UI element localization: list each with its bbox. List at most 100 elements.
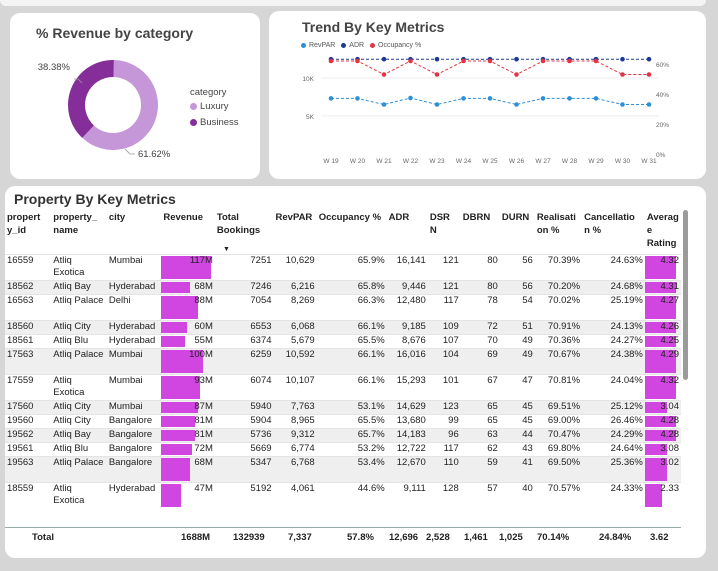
- table-row[interactable]: 17560 Atliq City Mumbai 87M 5940 7,763 53.1% 14…: [5, 400, 681, 414]
- series-2-point[interactable]: [408, 58, 413, 64]
- series-0-point[interactable]: [408, 95, 413, 101]
- col-header-occupancy[interactable]: Occupancy %: [317, 208, 387, 254]
- series-1-point[interactable]: [514, 56, 519, 62]
- table-row[interactable]: 17563 Atliq Palace Mumbai 100M 6259 10,592 66.…: [5, 348, 681, 374]
- table-title: Property By Key Metrics: [14, 191, 176, 207]
- table-row[interactable]: 16563 Atliq Palace Delhi 88M 7054 8,269 66.3% 1…: [5, 294, 681, 320]
- cell-total-bookings: 6074: [250, 374, 272, 386]
- col-header-revpar[interactable]: RevPAR: [274, 208, 317, 254]
- series-1-point[interactable]: [381, 56, 387, 62]
- table-row[interactable]: 16559 Atliq Exotica Mumbai 117M 7251 10,629 65…: [5, 254, 681, 280]
- table-row[interactable]: 19562 Atliq Bay Bangalore 81M 5736 9,312 65.7%…: [5, 428, 681, 442]
- series-2-point[interactable]: [434, 72, 440, 77]
- table-row[interactable]: 19563 Atliq Palace Bangalore 68M 5347 6,768 53…: [5, 456, 681, 482]
- series-0-point[interactable]: [461, 96, 466, 101]
- col-header-average-rating[interactable]: Averag e Rating: [645, 208, 681, 254]
- sort-caret-down-icon[interactable]: ▼: [223, 246, 230, 253]
- series-2-point[interactable]: [487, 58, 493, 64]
- rating-databar: 4.25: [644, 335, 681, 348]
- table-row[interactable]: 18560 Atliq City Hyderabad 60M 6553 6,068 66.1…: [5, 320, 681, 334]
- series-2-point[interactable]: [328, 58, 334, 64]
- revenue-databar: 60M: [161, 321, 215, 334]
- right-axis-tick: 20%: [656, 122, 669, 129]
- table-row[interactable]: 19560 Atliq City Bangalore 81M 5904 8,965 65.5…: [5, 414, 681, 428]
- cell-cancellation: 24.13%: [610, 320, 643, 332]
- cell-dbrn: 70: [487, 334, 498, 346]
- table-row[interactable]: 18562 Atliq Bay Hyderabad 68M 7246 6,216 65.8%…: [5, 280, 681, 294]
- col-header-cancellation[interactable]: Cancellatio n %: [582, 208, 645, 254]
- cell-revenue: 60M: [161, 320, 215, 334]
- cell-adr: 9,446: [402, 280, 426, 292]
- series-0-point[interactable]: [434, 102, 440, 107]
- cell-revenue: 81M: [161, 428, 215, 442]
- col-header-adr[interactable]: ADR: [387, 208, 428, 254]
- table-scrollbar-thumb[interactable]: [683, 210, 688, 380]
- table-totals-row: Total 1688M 132939 7,337 57.8% 12,696 2,…: [5, 527, 681, 546]
- col-header-property-id[interactable]: propert y_id: [5, 208, 51, 254]
- series-2-point[interactable]: [646, 72, 652, 77]
- donut-legend-item-business[interactable]: Business: [190, 117, 239, 128]
- series-2-point[interactable]: [567, 58, 572, 64]
- rating-databar: 4.28: [644, 429, 681, 442]
- col-header-dsrn[interactable]: DSR N: [428, 208, 461, 254]
- series-0-point[interactable]: [540, 96, 546, 101]
- col-header-revenue[interactable]: Revenue: [161, 208, 215, 254]
- series-1-point[interactable]: [620, 56, 625, 62]
- x-axis-tick: W 28: [562, 158, 578, 165]
- series-1-point[interactable]: [434, 56, 440, 62]
- series-0-point[interactable]: [593, 96, 599, 101]
- table-row[interactable]: 19561 Atliq Blu Bangalore 72M 5669 6,774 53.2%…: [5, 442, 681, 456]
- revenue-value: 81M: [194, 414, 213, 426]
- rating-value: 4.28: [660, 414, 680, 426]
- series-0-point[interactable]: [381, 102, 387, 107]
- series-0-point[interactable]: [328, 96, 334, 101]
- rating-databar: 4.32: [644, 255, 681, 280]
- series-0-point[interactable]: [646, 102, 652, 107]
- cell-property-name: Atliq City: [53, 400, 91, 412]
- series-2-point[interactable]: [514, 72, 519, 77]
- table-row[interactable]: 17559 Atliq Exotica Mumbai 93M 6074 10,107 66.…: [5, 374, 681, 400]
- series-2-point[interactable]: [593, 58, 599, 64]
- cell-adr: 13,680: [396, 414, 426, 426]
- donut-legend-item-luxury[interactable]: Luxury: [190, 101, 229, 112]
- cell-durn: 51: [522, 320, 533, 332]
- series-2-point[interactable]: [355, 58, 360, 64]
- left-axis-tick: 5K: [306, 114, 315, 121]
- series-0-point[interactable]: [514, 102, 519, 107]
- col-header-durn[interactable]: DURN: [500, 208, 535, 254]
- cell-revenue: 117M: [161, 254, 215, 280]
- col-header-dbrn[interactable]: DBRN: [461, 208, 500, 254]
- right-axis-tick: 40%: [656, 92, 669, 99]
- series-1-point[interactable]: [646, 56, 652, 62]
- series-0-point[interactable]: [355, 96, 360, 101]
- series-2-point[interactable]: [540, 58, 546, 64]
- series-0-point[interactable]: [487, 96, 493, 101]
- donut-slice-business[interactable]: [67, 60, 114, 138]
- series-2-point[interactable]: [620, 72, 625, 77]
- col-header-property-name[interactable]: property_ name: [51, 208, 107, 254]
- col-header-city[interactable]: city: [107, 208, 162, 254]
- table-row[interactable]: 18559 Atliq Exotica Hyderabad 47M 5192 4,061 4…: [5, 482, 681, 508]
- cell-revpar: 10,107: [285, 374, 315, 386]
- cell-property-id: 18561: [7, 334, 34, 346]
- rating-databar: 2.33: [644, 483, 681, 508]
- series-2-point[interactable]: [381, 72, 387, 77]
- series-2-point[interactable]: [461, 58, 466, 64]
- cell-city: Bangalore: [108, 442, 153, 454]
- series-0-point[interactable]: [620, 102, 625, 107]
- cell-property-name: Atliq Palace: [53, 456, 104, 468]
- table-row[interactable]: 18561 Atliq Blu Hyderabad 55M 6374 5,679 65.5%…: [5, 334, 681, 348]
- revenue-value: 93M: [194, 374, 213, 386]
- series-0-point[interactable]: [567, 96, 572, 101]
- rating-databar: 4.32: [644, 375, 681, 400]
- col-header-realisation[interactable]: Realisati on %: [535, 208, 582, 254]
- cell-durn: 41: [522, 456, 533, 468]
- cell-total-bookings: 5192: [250, 482, 272, 494]
- revenue-value: 60M: [194, 320, 213, 332]
- cell-revpar: 6,216: [290, 280, 315, 292]
- cell-dsrn: 117: [443, 294, 459, 306]
- cell-durn: 45: [522, 400, 533, 412]
- x-axis-tick: W 21: [376, 158, 392, 165]
- cell-realisation: 70.02%: [547, 294, 581, 306]
- cell-revenue: 88M: [161, 294, 215, 320]
